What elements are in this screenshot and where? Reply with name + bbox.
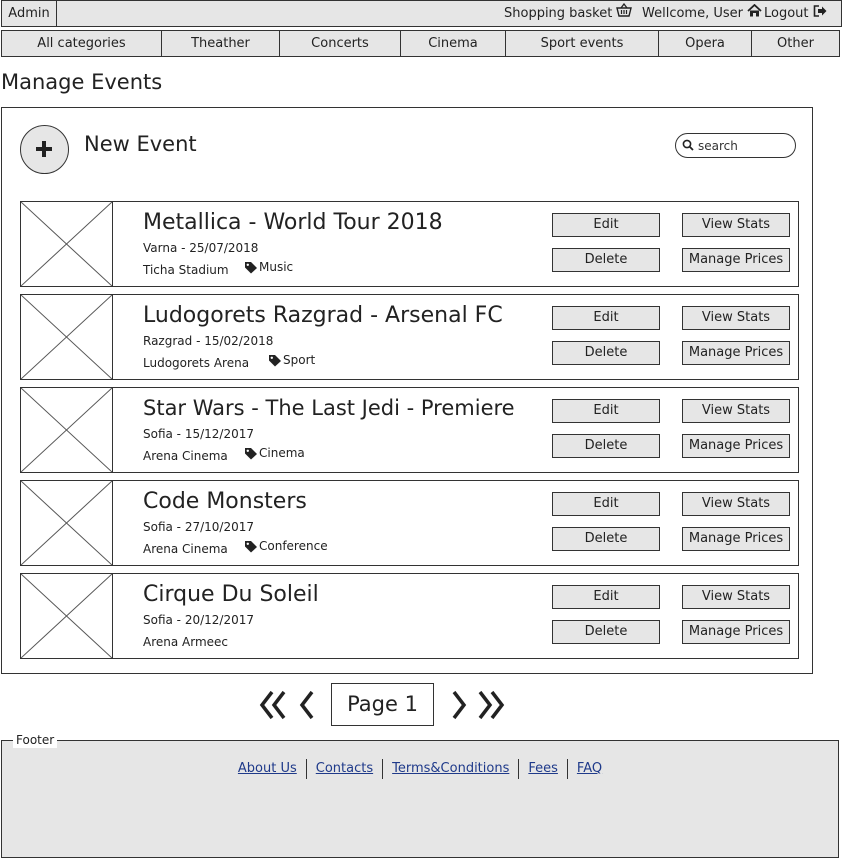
event-row: Star Wars - The Last Jedi - Premiere Sof… [20, 387, 799, 473]
top-bar: Admin Shopping basket Wellcome, User Log… [1, 0, 842, 27]
event-row: Metallica - World Tour 2018 Varna - 25/0… [20, 201, 799, 287]
event-tag-label: Sport [283, 353, 316, 367]
next-page-icon[interactable] [448, 688, 470, 726]
event-row: Code Monsters Sofia - 27/10/2017 Arena C… [20, 480, 799, 566]
edit-button[interactable]: Edit [552, 306, 660, 330]
delete-button[interactable]: Delete [552, 620, 660, 644]
event-date: Sofia - 27/10/2017 [143, 520, 254, 534]
view-stats-button[interactable]: View Stats [682, 492, 790, 516]
view-stats-button[interactable]: View Stats [682, 585, 790, 609]
event-title[interactable]: Star Wars - The Last Jedi - Premiere [143, 396, 515, 420]
delete-button[interactable]: Delete [552, 341, 660, 365]
category-cinema[interactable]: Cinema [401, 31, 506, 56]
shopping-basket-label: Shopping basket [504, 6, 613, 21]
event-image-placeholder [20, 573, 113, 659]
view-stats-button[interactable]: View Stats [682, 399, 790, 423]
event-date: Razgrad - 15/02/2018 [143, 334, 274, 348]
welcome-label: Wellcome, User [642, 6, 743, 21]
event-date: Sofia - 20/12/2017 [143, 613, 254, 627]
delete-button[interactable]: Delete [552, 248, 660, 272]
category-all[interactable]: All categories [2, 31, 162, 56]
event-tag-label: Conference [259, 539, 328, 553]
event-venue: Arena Armeec [143, 635, 229, 649]
shopping-basket-link[interactable]: Shopping basket [504, 1, 633, 26]
home-icon [747, 1, 762, 26]
plus-icon [36, 141, 52, 157]
logout-label: Logout [764, 6, 809, 21]
edit-button[interactable]: Edit [552, 213, 660, 237]
event-tag: Sport [268, 353, 315, 367]
manage-prices-button[interactable]: Manage Prices [682, 527, 790, 551]
category-nav: All categories Theather Concerts Cinema … [1, 30, 840, 57]
current-page: Page 1 [331, 683, 434, 726]
event-title[interactable]: Cirque Du Soleil [143, 582, 319, 607]
footer: Footer About Us Contacts Terms&Condition… [1, 732, 839, 858]
logout-icon [813, 1, 827, 26]
view-stats-button[interactable]: View Stats [682, 306, 790, 330]
event-row: Cirque Du Soleil Sofia - 20/12/2017 Aren… [20, 573, 799, 659]
basket-icon [616, 1, 633, 26]
event-date: Varna - 25/07/2018 [143, 241, 259, 255]
user-welcome[interactable]: Wellcome, User [642, 1, 762, 26]
search-input[interactable] [698, 138, 788, 153]
events-panel: New Event Metallica - World Tour 2018 Va… [1, 107, 813, 674]
edit-button[interactable]: Edit [552, 585, 660, 609]
event-tag: Music [244, 260, 293, 274]
event-image-placeholder [20, 201, 113, 287]
search-field[interactable] [675, 133, 796, 158]
footer-link-terms[interactable]: Terms&Conditions [383, 759, 518, 779]
manage-prices-button[interactable]: Manage Prices [682, 434, 790, 458]
logout-link[interactable]: Logout [764, 1, 827, 26]
manage-prices-button[interactable]: Manage Prices [682, 248, 790, 272]
first-page-icon[interactable] [258, 688, 290, 726]
event-venue: Arena Cinema [143, 449, 228, 463]
edit-button[interactable]: Edit [552, 399, 660, 423]
event-row: Ludogorets Razgrad - Arsenal FC Razgrad … [20, 294, 799, 380]
category-concerts[interactable]: Concerts [280, 31, 401, 56]
category-other[interactable]: Other [752, 31, 839, 56]
footer-links: About Us Contacts Terms&Conditions Fees … [2, 759, 838, 779]
event-date: Sofia - 15/12/2017 [143, 427, 254, 441]
edit-button[interactable]: Edit [552, 492, 660, 516]
category-sport-events[interactable]: Sport events [506, 31, 659, 56]
event-title[interactable]: Metallica - World Tour 2018 [143, 210, 443, 235]
footer-link-about-us[interactable]: About Us [229, 759, 306, 779]
last-page-icon[interactable] [474, 688, 506, 726]
admin-button[interactable]: Admin [2, 1, 57, 26]
event-tag-label: Music [259, 260, 294, 274]
view-stats-button[interactable]: View Stats [682, 213, 790, 237]
tag-icon [245, 261, 257, 273]
event-tag-label: Cinema [259, 446, 305, 460]
manage-prices-button[interactable]: Manage Prices [682, 620, 790, 644]
manage-prices-button[interactable]: Manage Prices [682, 341, 790, 365]
previous-page-icon[interactable] [296, 688, 318, 726]
event-title[interactable]: Ludogorets Razgrad - Arsenal FC [143, 303, 503, 328]
new-event-label[interactable]: New Event [84, 132, 197, 156]
tag-icon [245, 447, 257, 459]
tag-icon [245, 540, 257, 552]
footer-link-fees[interactable]: Fees [519, 759, 567, 779]
tag-icon [269, 354, 281, 366]
delete-button[interactable]: Delete [552, 434, 660, 458]
footer-legend: Footer [13, 732, 58, 748]
event-image-placeholder [20, 387, 113, 473]
footer-link-faq[interactable]: FAQ [568, 759, 611, 779]
add-event-button[interactable] [20, 125, 69, 174]
event-venue: Ticha Stadium [143, 263, 229, 277]
event-title[interactable]: Code Monsters [143, 489, 307, 514]
footer-link-contacts[interactable]: Contacts [307, 759, 382, 779]
event-image-placeholder [20, 480, 113, 566]
event-venue: Arena Cinema [143, 542, 228, 556]
category-theather[interactable]: Theather [162, 31, 280, 56]
event-tag: Cinema [244, 446, 305, 460]
event-image-placeholder [20, 294, 113, 380]
event-venue: Ludogorets Arena [143, 356, 250, 370]
event-tag: Conference [244, 539, 328, 553]
search-icon [682, 136, 694, 155]
delete-button[interactable]: Delete [552, 527, 660, 551]
category-opera[interactable]: Opera [659, 31, 752, 56]
page-title: Manage Events [1, 70, 163, 94]
